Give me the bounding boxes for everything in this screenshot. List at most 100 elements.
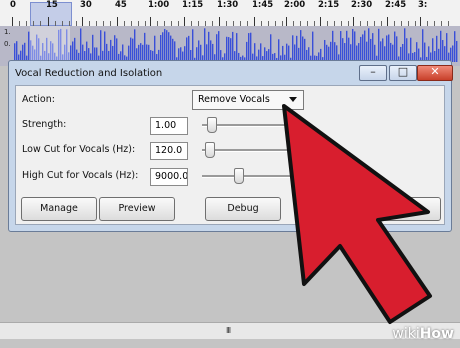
waveform-sample	[162, 32, 164, 62]
waveform-sample	[170, 35, 172, 62]
waveform-sample	[278, 39, 280, 62]
waveform-sample	[382, 38, 384, 62]
waveform-sample	[116, 38, 118, 62]
waveform-sample	[452, 45, 454, 62]
ruler-tick-label: 2:00	[284, 0, 306, 10]
waveform-sample	[454, 31, 456, 62]
watermark-how: How	[419, 326, 454, 342]
high-cut-label: High Cut for Vocals (Hz):	[22, 170, 139, 181]
low-cut-slider-thumb[interactable]	[205, 142, 215, 158]
track-scale-label-mid: 0.	[4, 40, 11, 48]
strength-field[interactable]: 1.00	[150, 117, 188, 135]
waveform-sample	[348, 37, 350, 62]
ruler-tick-line	[420, 17, 421, 26]
waveform-sample	[394, 31, 396, 62]
low-cut-value: 120.0	[155, 145, 183, 156]
waveform-sample	[386, 35, 388, 62]
high-cut-field[interactable]: 9000.0	[150, 168, 188, 186]
waveform-sample	[324, 39, 326, 62]
waveform-sample	[144, 32, 146, 62]
waveform-sample	[92, 34, 94, 62]
preview-button[interactable]: Preview	[99, 197, 175, 221]
waveform-sample	[160, 35, 162, 62]
waveform-sample	[396, 36, 398, 62]
ruler-tick-label: 2:45	[385, 0, 407, 10]
strength-value: 1.00	[155, 120, 177, 131]
strength-slider-thumb[interactable]	[207, 117, 217, 133]
waveform-sample	[164, 28, 166, 62]
minimize-icon: –	[370, 65, 376, 78]
close-button[interactable]: ✕	[417, 65, 453, 81]
ruler-tick-label: 0	[10, 0, 16, 10]
close-icon: ✕	[430, 65, 440, 78]
waveform-sample	[154, 35, 156, 62]
waveform-sample	[436, 35, 438, 62]
waveform-sample	[346, 30, 348, 62]
waveform-sample	[300, 30, 302, 62]
waveform-sample	[174, 41, 176, 62]
waveform-sample	[332, 30, 334, 62]
waveform-sample	[228, 37, 230, 62]
minimize-button[interactable]: –	[359, 65, 387, 81]
waveform-sample	[440, 30, 442, 62]
waveform-sample	[130, 37, 132, 62]
waveform-sample	[246, 41, 248, 62]
waveform-sample	[210, 40, 212, 62]
maximize-icon: □	[397, 65, 409, 78]
ruler-tick-line	[48, 17, 49, 26]
ruler-tick-label: 30	[80, 0, 92, 10]
waveform-sample	[168, 32, 170, 62]
dialog-titlebar[interactable]: Vocal Reduction and Isolation – □ ✕	[9, 61, 453, 85]
waveform-sample	[302, 36, 304, 62]
waveform-sample	[110, 39, 112, 62]
ruler-tick-line	[150, 17, 151, 26]
waveform-sample	[248, 33, 250, 62]
ruler-tick-label: 1:15	[182, 0, 204, 10]
high-cut-slider-thumb[interactable]	[234, 168, 244, 184]
waveform-sample	[114, 35, 116, 62]
waveform-sample	[208, 31, 210, 62]
waveform-sample	[72, 41, 74, 62]
waveform-sample	[366, 41, 368, 62]
ruler-tick-label: 2:30	[351, 0, 373, 10]
low-cut-label: Low Cut for Vocals (Hz):	[22, 144, 136, 155]
waveform-sample	[354, 31, 356, 62]
waveform-sample	[352, 28, 354, 62]
action-dropdown-value: Remove Vocals	[198, 94, 270, 105]
timeline-ruler[interactable]: 0 15 30 45 1:00 1:15 1:30 1:45 2:00 2:15 2:30 2:45 3…	[0, 0, 460, 27]
waveform-sample	[378, 28, 380, 62]
waveform-sample	[86, 41, 88, 62]
scrollbar-grip[interactable]: III	[226, 326, 231, 335]
waveform-sample	[446, 33, 448, 62]
ruler-tick-label: 1:00	[148, 0, 170, 10]
waveform-sample	[132, 38, 134, 62]
ruler-tick-line	[254, 17, 255, 26]
red-arrow-pointer-icon	[282, 104, 432, 324]
waveform-sample	[296, 35, 298, 62]
waveform-sample	[192, 29, 194, 63]
waveform-sample	[404, 28, 406, 62]
waveform-sample	[232, 31, 234, 62]
waveform-sample	[218, 31, 220, 62]
waveform-sample	[372, 33, 374, 62]
low-cut-field[interactable]: 120.0	[150, 142, 188, 160]
ruler-tick-line	[387, 17, 388, 26]
waveform-sample	[216, 34, 218, 62]
waveform-sample	[388, 34, 390, 62]
waveform-sample	[360, 36, 362, 62]
track-scale-label-top: 1.	[4, 28, 11, 36]
waveform-sample	[198, 40, 200, 62]
ruler-tick-label: 2:15	[318, 0, 340, 10]
ruler-tick-line	[82, 17, 83, 26]
waveform-sample	[74, 37, 76, 62]
waveform-sample	[100, 30, 102, 62]
wikihow-watermark: wikiHow	[392, 326, 454, 342]
manage-button[interactable]: Manage	[21, 197, 97, 221]
waveform-sample	[250, 32, 252, 62]
waveform-sample	[442, 40, 444, 62]
maximize-button[interactable]: □	[389, 65, 417, 81]
strength-label: Strength:	[22, 119, 67, 130]
ruler-tick-line	[219, 17, 220, 26]
waveform-sample	[410, 37, 412, 62]
waveform-sample	[80, 28, 82, 62]
